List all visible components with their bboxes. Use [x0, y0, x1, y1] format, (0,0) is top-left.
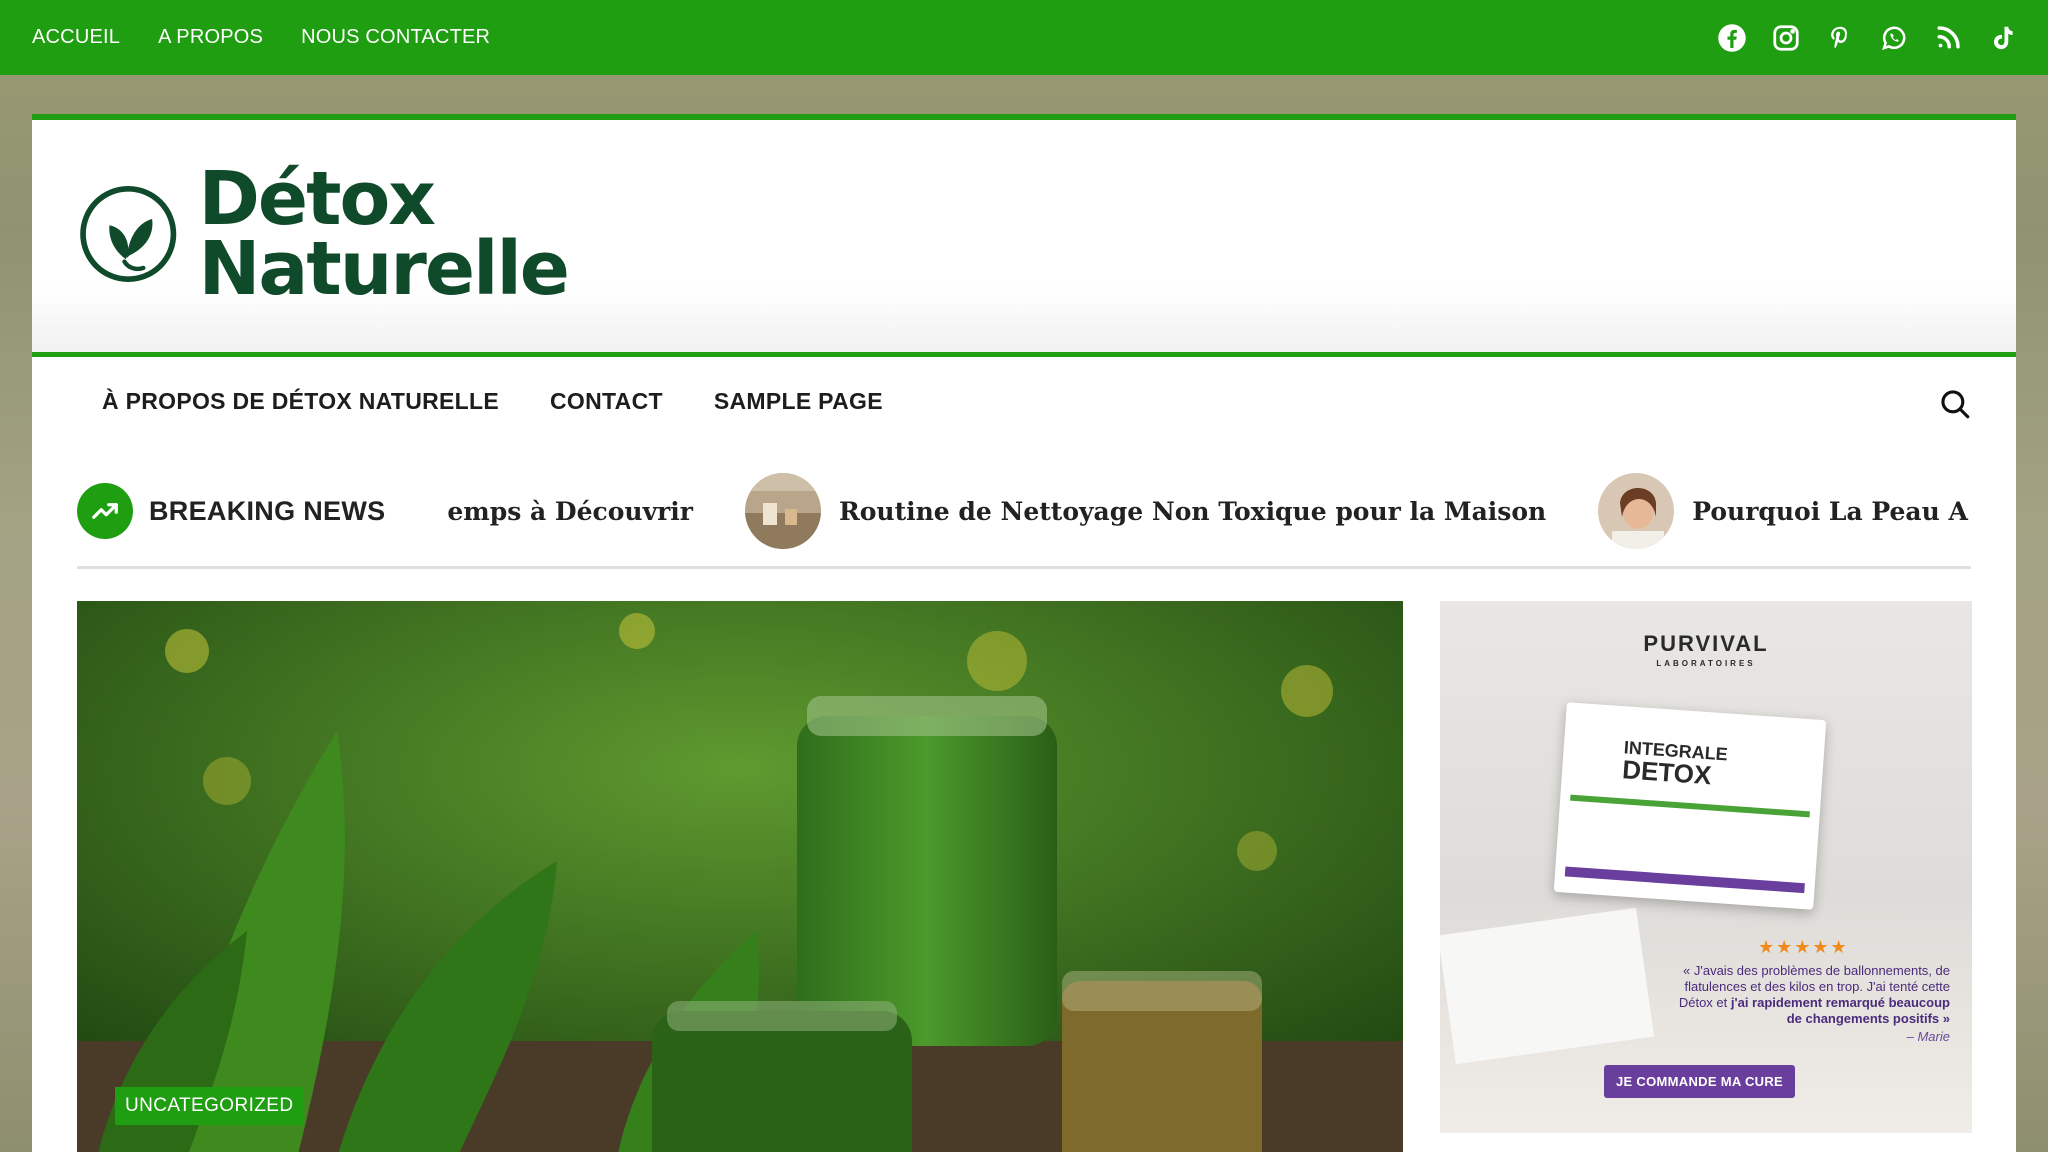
logo-line-2: Naturelle — [198, 226, 570, 312]
facebook-icon[interactable] — [1716, 22, 1748, 54]
top-nav-a-propos[interactable]: A PROPOS — [158, 26, 263, 49]
ad-quote-signature: – Marie — [1906, 1029, 1950, 1044]
search-icon[interactable] — [1938, 387, 1972, 421]
logo-text: Détox Naturelle — [198, 156, 570, 312]
sidebar-ad[interactable]: PURVIVAL LABORATOIRES INTEGRALE DETOX ★★… — [1440, 601, 1972, 1133]
rating-stars: ★★★★★ — [1758, 937, 1849, 957]
ad-product-box: INTEGRALE DETOX — [1553, 702, 1827, 910]
ad-brand: PURVIVAL LABORATOIRES — [1440, 631, 1972, 668]
trending-icon — [77, 483, 133, 539]
tiktok-icon[interactable] — [1986, 22, 2018, 54]
content-card: Détox Naturelle À PROPOS DE DÉTOX NATURE… — [32, 114, 2016, 1152]
ticker-thumbnail[interactable] — [744, 473, 821, 549]
ad-quote-bold: j'ai rapidement remarqué beaucoup de cha… — [1730, 995, 1950, 1026]
ad-brand-name: PURVIVAL — [1643, 631, 1769, 656]
ticker-items: emps à Découvrir Routine de Nettoyage No… — [447, 473, 1971, 549]
ticker-item[interactable]: Pourquoi La Peau A Besoin De Dé — [1692, 497, 1971, 526]
breaking-news-ticker: BREAKING NEWS emps à Découvrir Routine d… — [77, 456, 1971, 569]
logo-line-1: Détox — [198, 156, 436, 242]
site-logo[interactable]: Détox Naturelle — [78, 154, 570, 314]
social-links — [1694, 22, 2048, 54]
instagram-icon[interactable] — [1770, 22, 1802, 54]
pinterest-icon[interactable] — [1824, 22, 1856, 54]
nav-item-a-propos[interactable]: À PROPOS DE DÉTOX NATURELLE — [102, 388, 499, 415]
top-nav-nous-contacter[interactable]: NOUS CONTACTER — [301, 26, 490, 49]
featured-post[interactable]: UNCATEGORIZED — [77, 601, 1403, 1152]
ad-product-stripe — [1570, 794, 1810, 818]
ticker-item[interactable]: Routine de Nettoyage Non Toxique pour la… — [839, 497, 1546, 526]
ticker-item[interactable]: emps à Découvrir — [447, 497, 693, 526]
ad-brand-sub: LABORATOIRES — [1656, 659, 1756, 668]
featured-image — [77, 601, 1403, 1152]
ad-product-title: INTEGRALE DETOX — [1621, 736, 1729, 791]
ad-product-line-2: DETOX — [1621, 754, 1713, 791]
order-cure-button[interactable]: JE COMMANDE MA CURE — [1604, 1065, 1796, 1098]
ad-napkin-image — [1440, 907, 1655, 1065]
top-nav: ACCUEIL A PROPOS NOUS CONTACTER — [0, 26, 528, 49]
top-bar: ACCUEIL A PROPOS NOUS CONTACTER — [0, 0, 2048, 75]
leaf-logo-icon — [80, 185, 177, 283]
main-nav: À PROPOS DE DÉTOX NATURELLE CONTACT SAMP… — [32, 352, 2016, 446]
rss-icon[interactable] — [1932, 22, 1964, 54]
whatsapp-icon[interactable] — [1878, 22, 1910, 54]
ticker-thumbnail[interactable] — [1598, 473, 1675, 549]
breaking-news-label: BREAKING NEWS — [149, 495, 386, 526]
ad-testimonial: « J'avais des problèmes de ballonnements… — [1670, 963, 1950, 1045]
category-badge[interactable]: UNCATEGORIZED — [115, 1087, 304, 1125]
site-header: Détox Naturelle — [32, 120, 2016, 356]
nav-item-contact[interactable]: CONTACT — [550, 388, 663, 415]
ad-product-strip — [1564, 866, 1805, 894]
nav-item-sample-page[interactable]: SAMPLE PAGE — [714, 388, 883, 415]
top-nav-accueil[interactable]: ACCUEIL — [32, 26, 120, 49]
